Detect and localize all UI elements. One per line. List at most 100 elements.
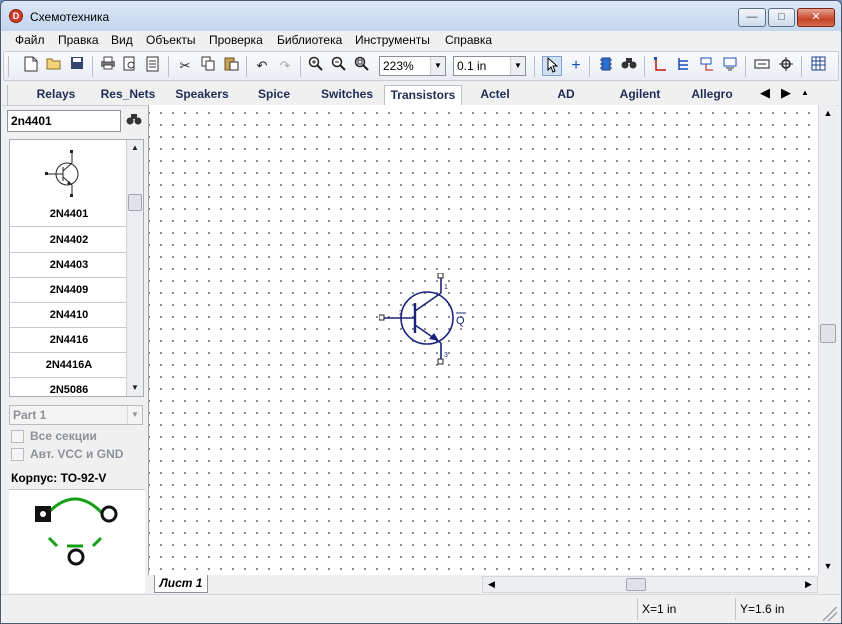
tab-speakers[interactable]: Speakers xyxy=(165,85,239,105)
menu-tools[interactable]: Инструменты xyxy=(353,33,432,47)
junction-icon[interactable] xyxy=(776,56,796,76)
list-item[interactable]: 2N4410 xyxy=(10,303,128,328)
cut-icon[interactable]: ✂ xyxy=(175,56,195,76)
menu-objects[interactable]: Объекты xyxy=(144,33,198,47)
zoom-select[interactable]: 223% ▼ xyxy=(379,56,446,76)
scroll-down-arrow-icon[interactable]: ▼ xyxy=(819,558,837,575)
close-button[interactable]: ✕ xyxy=(797,8,835,27)
minimize-button[interactable]: — xyxy=(738,8,766,27)
canvas-vertical-scrollbar[interactable]: ▲ ▼ xyxy=(818,105,837,575)
open-folder-icon[interactable] xyxy=(44,56,64,76)
schematic-canvas[interactable]: 2 1 3 Q xyxy=(148,105,818,575)
crosshair-icon[interactable]: + xyxy=(566,56,586,76)
power-port-icon[interactable] xyxy=(720,56,740,76)
part-section-select[interactable]: Part 1 ▼ xyxy=(9,405,143,425)
print-preview-icon[interactable] xyxy=(120,56,140,76)
scroll-left-arrow-icon[interactable]: ◀ xyxy=(483,577,500,592)
scroll-thumb[interactable] xyxy=(626,578,646,591)
part-preview xyxy=(10,140,128,202)
net-label-icon[interactable] xyxy=(752,56,772,76)
component-icon[interactable] xyxy=(596,56,616,76)
tab-actel[interactable]: Actel xyxy=(463,85,527,105)
menu-edit[interactable]: Правка xyxy=(56,33,101,47)
transistor-component[interactable]: 2 1 3 Q xyxy=(378,272,479,371)
status-bar: X=1 in Y=1.6 in xyxy=(1,594,841,623)
new-file-icon[interactable] xyxy=(21,56,41,76)
scroll-thumb[interactable] xyxy=(128,194,142,211)
tab-transistors[interactable]: Transistors xyxy=(384,85,462,105)
title-bar[interactable]: D Схемотехника — □ ✕ xyxy=(1,1,841,31)
tab-res-nets[interactable]: Res_Nets xyxy=(93,85,163,105)
resize-grip-icon[interactable] xyxy=(823,607,837,621)
menu-view[interactable]: Вид xyxy=(109,33,135,47)
toolbar-grip xyxy=(8,56,9,77)
library-panel: 2n4401 2N4401 2N4402 2N4403 2N4409 2N441… xyxy=(3,107,145,593)
scroll-down-arrow-icon[interactable]: ▼ xyxy=(127,380,143,396)
checkbox-box xyxy=(11,448,24,462)
list-item[interactable]: 2N4403 xyxy=(10,253,128,278)
search-binoculars-icon[interactable] xyxy=(124,111,144,131)
menu-file[interactable]: Файл xyxy=(13,33,47,47)
canvas-horizontal-scrollbar[interactable]: ◀ ▶ xyxy=(482,576,818,593)
scroll-up-arrow-icon[interactable]: ▲ xyxy=(819,105,837,122)
tabs-menu-arrow-icon[interactable]: ▲ xyxy=(796,84,814,102)
zoom-out-icon[interactable] xyxy=(329,56,349,76)
app-icon: D xyxy=(9,9,23,23)
auto-vcc-gnd-checkbox[interactable]: Авт. VCC и GND xyxy=(11,447,123,463)
library-tabs: Relays Res_Nets Speakers Spice Switches … xyxy=(3,82,839,106)
package-footprint-view xyxy=(9,489,145,593)
tabs-prev-arrow-icon[interactable]: ◀ xyxy=(756,84,774,102)
toolbar-separator xyxy=(246,56,247,77)
table-icon[interactable] xyxy=(808,56,828,76)
zoom-fit-icon[interactable] xyxy=(352,56,372,76)
list-item[interactable]: 2N4416 xyxy=(10,328,128,353)
menu-help[interactable]: Справка xyxy=(443,33,494,47)
menu-check[interactable]: Проверка xyxy=(207,33,265,47)
bus-icon[interactable] xyxy=(674,56,694,76)
find-binoculars-icon[interactable] xyxy=(619,56,639,76)
save-icon[interactable] xyxy=(67,56,87,76)
list-item[interactable]: 2N4401 xyxy=(10,202,128,227)
list-item[interactable]: 2N4416A xyxy=(10,353,128,378)
package-label: Корпус: TO-92-V xyxy=(11,471,107,485)
scroll-right-arrow-icon[interactable]: ▶ xyxy=(800,577,817,592)
transistor-symbol-preview-icon xyxy=(45,150,79,197)
tab-spice[interactable]: Spice xyxy=(241,85,307,105)
wire-icon[interactable] xyxy=(651,56,671,76)
window-title: Схемотехника xyxy=(30,10,110,24)
zoom-in-icon[interactable] xyxy=(306,56,326,76)
status-y-coordinate: Y=1.6 in xyxy=(735,598,815,620)
part-search-input[interactable]: 2n4401 xyxy=(7,110,121,132)
all-sections-checkbox[interactable]: Все секции xyxy=(11,429,97,445)
menu-library[interactable]: Библиотека xyxy=(275,33,344,47)
zoom-value: 223% xyxy=(383,59,414,73)
scroll-up-arrow-icon[interactable]: ▲ xyxy=(127,140,143,156)
toolbar: ✂ ↶ ↷ 223% ▼ 0.1 in ▼ + xyxy=(3,51,839,81)
paste-icon[interactable] xyxy=(221,56,241,76)
maximize-button[interactable]: □ xyxy=(768,8,795,27)
tab-agilent[interactable]: Agilent xyxy=(603,85,677,105)
net-port-icon[interactable] xyxy=(697,56,717,76)
list-item[interactable]: 2N4409 xyxy=(10,278,128,303)
copy-icon[interactable] xyxy=(198,56,218,76)
scroll-thumb[interactable] xyxy=(820,324,836,343)
undo-icon[interactable]: ↶ xyxy=(252,56,272,76)
tab-switches[interactable]: Switches xyxy=(311,85,383,105)
toolbar-separator xyxy=(300,56,301,77)
component-designator: Q xyxy=(456,315,465,327)
grid-select[interactable]: 0.1 in ▼ xyxy=(453,56,526,76)
redo-icon[interactable]: ↷ xyxy=(275,56,295,76)
sheet-tab[interactable]: Лист 1 xyxy=(154,575,208,593)
part-list-scrollbar[interactable]: ▲ ▼ xyxy=(126,140,143,396)
tab-ad[interactable]: AD xyxy=(531,85,601,105)
svg-text:1: 1 xyxy=(444,284,448,291)
select-pointer-icon[interactable] xyxy=(542,56,562,76)
tab-relays[interactable]: Relays xyxy=(21,85,91,105)
page-setup-icon[interactable] xyxy=(143,56,163,76)
list-item[interactable]: 2N4402 xyxy=(10,228,128,253)
list-item[interactable]: 2N5086 xyxy=(10,378,128,396)
print-icon[interactable] xyxy=(98,56,118,76)
tabs-next-arrow-icon[interactable]: ▶ xyxy=(777,84,795,102)
svg-text:3: 3 xyxy=(444,352,448,359)
tab-allegro[interactable]: Allegro xyxy=(679,85,745,105)
